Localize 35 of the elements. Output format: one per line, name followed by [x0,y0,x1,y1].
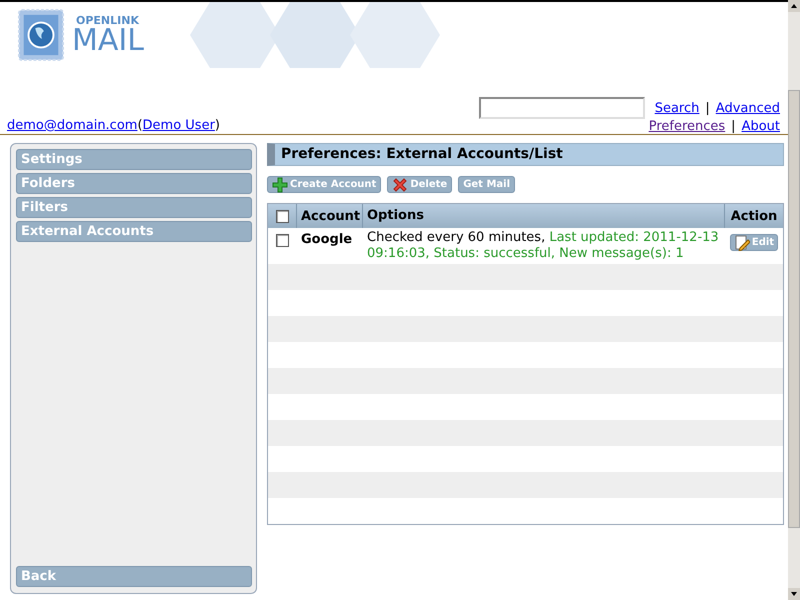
toolbar-button[interactable]: Create Account [267,176,382,193]
stamp-globe-icon [18,8,64,62]
row-checkbox[interactable] [276,234,289,247]
table-cell-text: Checked every 60 minutes, Last updated: 2011-12-13 09:16:03, Status: successful, New message(s): 1 [366,229,720,263]
scroll-down-icon[interactable] [788,588,800,600]
edit-button[interactable]: Edit [730,234,778,251]
logo-text: MAIL [72,26,144,56]
toolbar-button[interactable]: Get Mail [458,176,515,193]
user-email-link[interactable]: demo@domain.com [7,118,138,133]
page-title: Preferences: External Accounts/List [267,143,784,166]
separator-text: | [705,100,710,116]
paren-text: ) [214,118,220,133]
back-button[interactable]: Back [16,566,252,587]
table-cell-text: Google [300,231,354,249]
pencil-note-icon [734,234,750,250]
user-name-link[interactable]: Demo User [142,118,215,133]
nav-link[interactable]: Preferences [648,119,726,134]
sidebar-item[interactable]: Settings [16,149,252,170]
toolbar-button[interactable]: Delete [387,176,452,193]
separator-text: | [731,119,736,134]
close-icon [392,176,408,192]
select-all-checkbox[interactable] [276,210,288,222]
sidebar-item[interactable]: External Accounts [16,221,252,242]
search-field[interactable] [478,97,645,119]
plus-icon [272,176,288,192]
sidebar-item[interactable]: Folders [16,173,252,194]
nav-link[interactable]: About [742,119,780,134]
scrollbar[interactable] [788,0,800,600]
sidebar-item[interactable]: Filters [16,197,252,218]
nav-link[interactable]: Advanced [716,100,780,116]
logo-text: OPENLINK [75,14,140,26]
scroll-up-icon[interactable] [788,0,800,12]
nav-link[interactable]: Search [654,100,700,116]
column-header: Action [730,208,778,226]
paren-text: ( [137,118,143,133]
